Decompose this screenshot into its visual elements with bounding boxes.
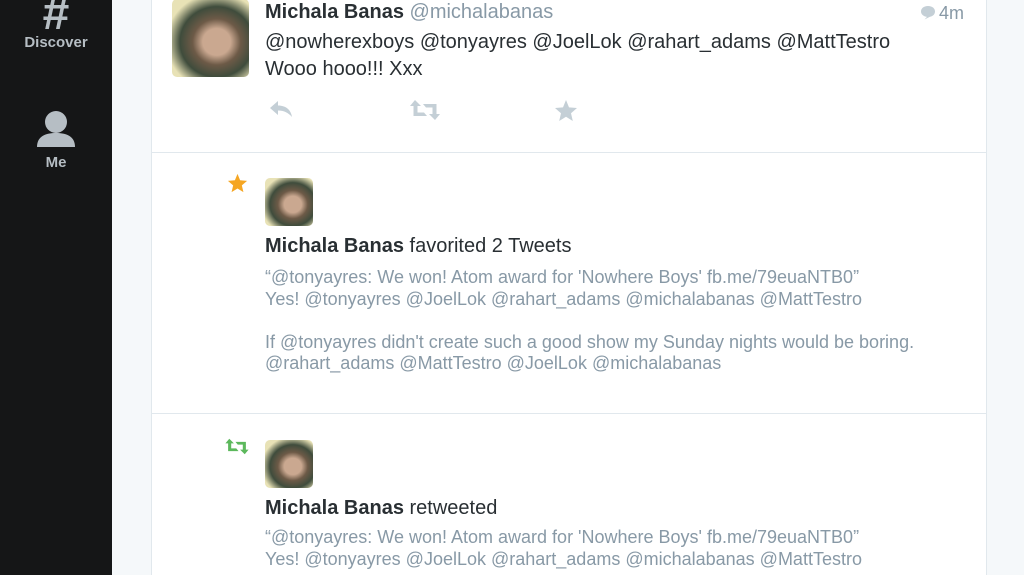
activity-retweet[interactable]: Michala Banas retweeted “@tonyayres: We … (152, 413, 986, 575)
tweet-text: @nowherexboys @tonyayres @JoelLok @rahar… (265, 31, 891, 80)
avatar[interactable] (172, 0, 249, 77)
quoted-tweet[interactable]: “@tonyayres: We won! Atom award for 'Now… (265, 527, 862, 569)
actor-name[interactable]: Michala Banas (265, 497, 404, 519)
author-handle: @michalabanas (409, 1, 554, 23)
reply-icon (270, 101, 292, 117)
tweet-item[interactable]: Michala Banas @michalabanas 4m @nowherex… (152, 0, 986, 153)
retweet-button[interactable] (409, 99, 441, 126)
person-icon (37, 111, 75, 147)
actor-name[interactable]: Michala Banas (265, 235, 404, 257)
nav-me-label: Me (45, 154, 67, 171)
favorite-button[interactable] (554, 99, 578, 127)
quoted-tweet[interactable]: “@tonyayres: We won! Atom award for 'Now… (265, 267, 862, 309)
activity-action: favorited 2 Tweets (409, 235, 572, 257)
quoted-tweets: “@tonyayres: We won! Atom award for 'Now… (265, 267, 945, 375)
avatar[interactable] (265, 440, 313, 488)
activity-title: Michala Banas favorited 2 Tweets (265, 235, 571, 258)
retweet-icon (225, 438, 249, 455)
timeline: Michala Banas @michalabanas 4m @nowherex… (151, 0, 987, 575)
hashtag-icon: # (42, 0, 70, 40)
retweet-icon (410, 100, 440, 120)
activity-action: retweeted (409, 497, 498, 519)
star-icon (555, 100, 577, 121)
activity-title: Michala Banas retweeted (265, 497, 497, 520)
reply-button[interactable] (268, 99, 294, 124)
nav-me[interactable]: Me (0, 110, 112, 171)
sidebar: # Discover Me (0, 0, 112, 575)
tweet-time: 4m (920, 3, 964, 24)
star-icon (227, 173, 248, 193)
nav-discover-label: Discover (24, 34, 88, 51)
conversation-icon (920, 6, 935, 20)
author-name[interactable]: Michala Banas (265, 1, 404, 23)
activity-favorite[interactable]: Michala Banas favorited 2 Tweets “@tonya… (152, 152, 986, 414)
quoted-tweet[interactable]: If @tonyayres didn't create such a good … (265, 332, 914, 374)
avatar[interactable] (265, 178, 313, 226)
nav-discover[interactable]: # Discover (0, 0, 112, 51)
tweet-header: Michala Banas @michalabanas (265, 1, 553, 24)
quoted-tweets: “@tonyayres: We won! Atom award for 'Now… (265, 527, 945, 570)
